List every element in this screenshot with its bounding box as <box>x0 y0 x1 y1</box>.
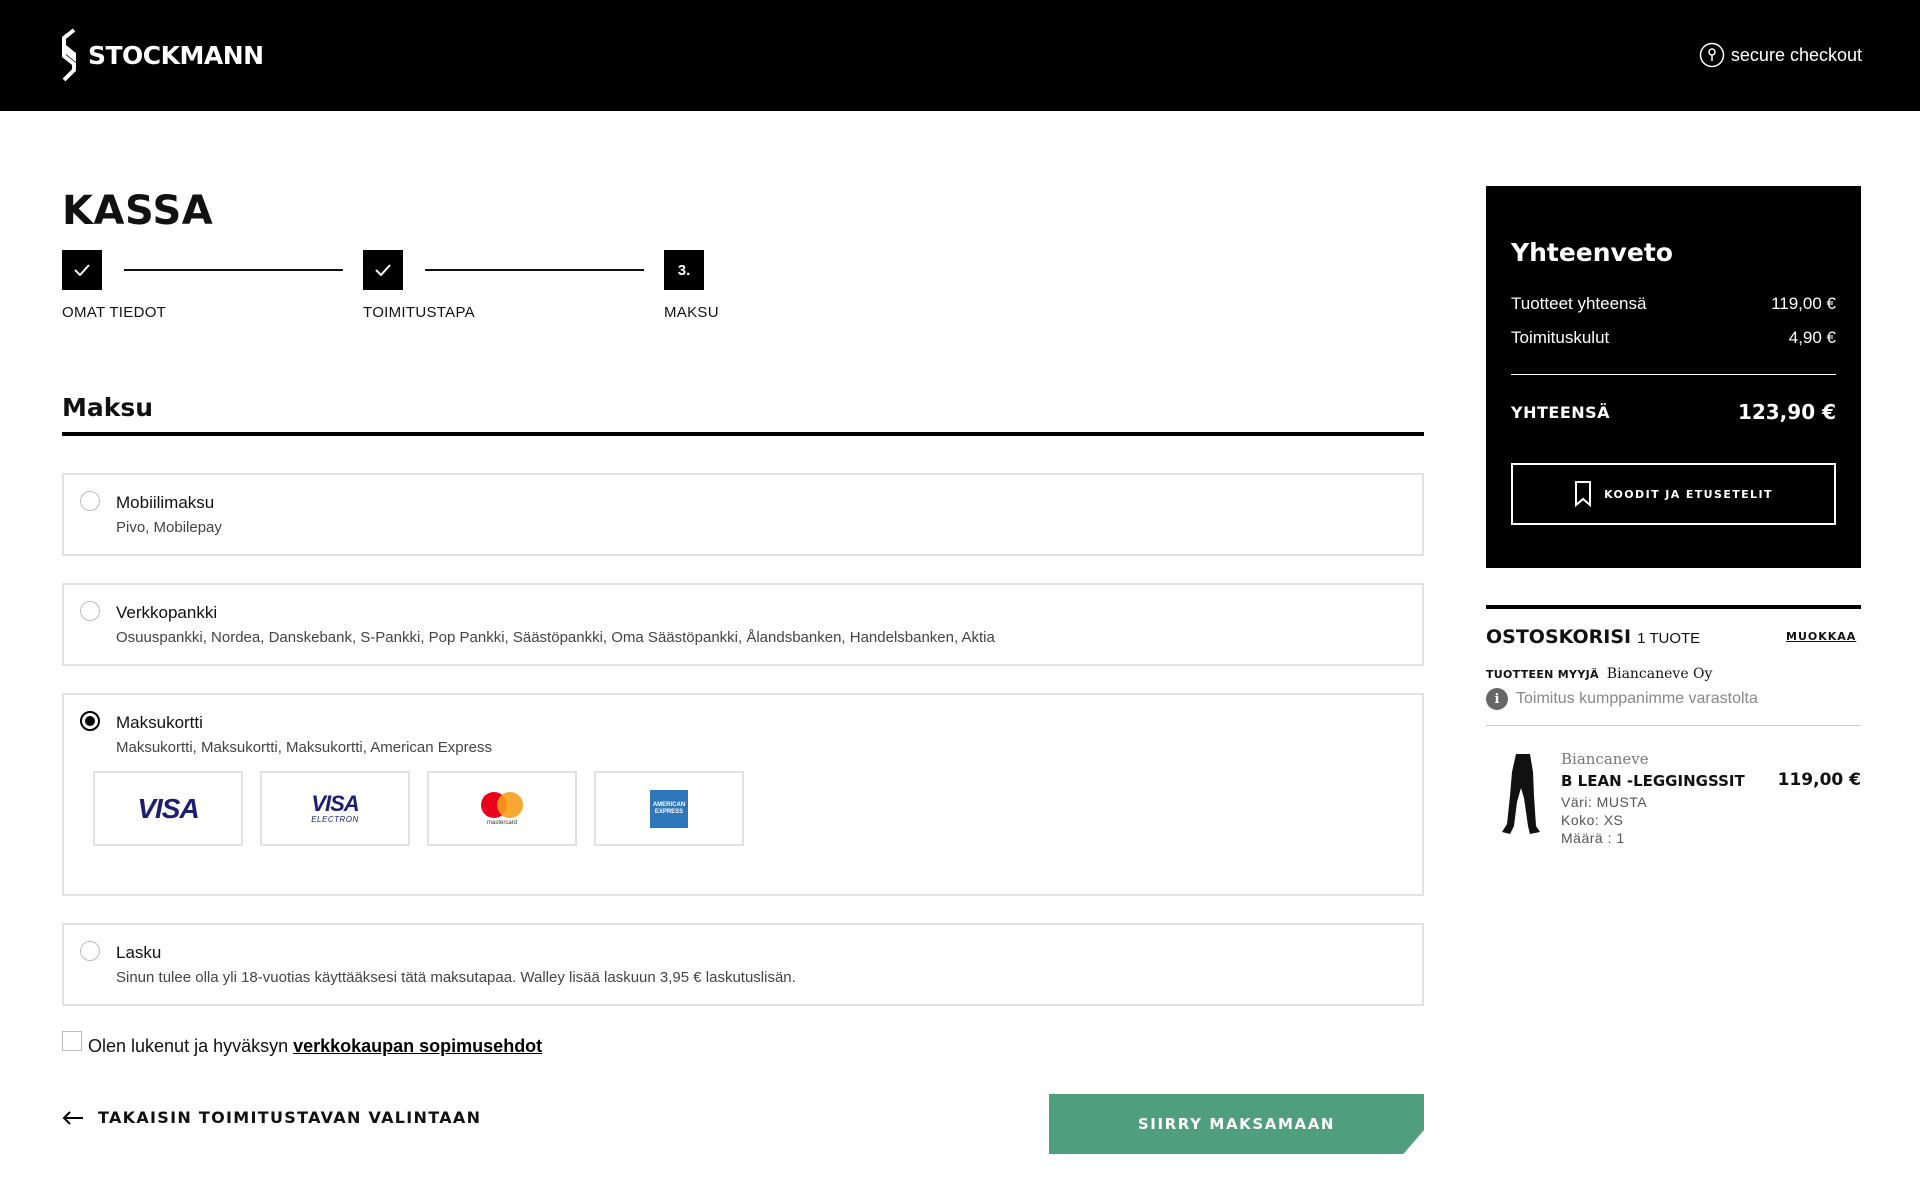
product-color: Väri: MUSTA <box>1561 794 1648 810</box>
lock-icon <box>1699 42 1725 68</box>
summary-total: YHTEENSÄ 123,90 € <box>1511 400 1836 424</box>
visa-logo-text: VISA <box>137 792 199 824</box>
secure-checkout: secure checkout <box>1699 42 1862 68</box>
mastercard-wordmark: mastercard <box>486 819 517 826</box>
option-subtitle: Osuuspankki, Nordea, Danskebank, S-Pankk… <box>116 629 995 646</box>
radio-mobiilimaksu[interactable] <box>80 491 100 511</box>
cart-divider <box>1486 605 1861 609</box>
delivery-note: i Toimitus kumppanimme varastolta <box>1486 688 1758 710</box>
arrow-left-icon <box>62 1110 83 1125</box>
secure-checkout-label: secure checkout <box>1730 44 1862 65</box>
visa-electron-logo: VISA ELECTRON <box>260 771 410 846</box>
terms-acceptance: Olen lukenut ja hyväksyn verkkokaupan sop… <box>62 1031 542 1057</box>
product-brand: Biancaneve <box>1561 750 1649 768</box>
summary-title: Yhteenveto <box>1511 238 1673 267</box>
step-label-omat-tiedot[interactable]: OMAT TIEDOT <box>62 304 166 321</box>
product-price: 119,00 € <box>1777 770 1861 790</box>
check-icon <box>74 264 90 276</box>
stockmann-logo[interactable]: STOCKMANN <box>60 28 264 82</box>
cart-separator <box>1486 725 1861 726</box>
step-label-maksu: MAKSU <box>664 304 719 321</box>
option-title: Verkkopankki <box>116 603 218 622</box>
product-size: Koko: XS <box>1561 812 1624 828</box>
total-value: 123,90 € <box>1737 400 1836 424</box>
step-1-check <box>62 250 102 290</box>
bookmark-icon <box>1575 481 1592 507</box>
radio-lasku[interactable] <box>80 941 100 961</box>
check-icon <box>375 264 391 276</box>
summary-row-label: Toimituskulut <box>1511 328 1610 347</box>
cart-title: OSTOSKORISI <box>1486 626 1632 648</box>
step-label-toimitustapa[interactable]: TOIMITUSTAPA <box>363 304 475 321</box>
visa-logo: VISA <box>93 771 243 846</box>
option-title: Mobiilimaksu <box>116 493 215 512</box>
total-label: YHTEENSÄ <box>1511 402 1611 422</box>
back-link-label: TAKAISIN TOIMITUSTAVAN VALINTAAN <box>98 1108 482 1127</box>
stockmann-mark-icon <box>62 28 76 82</box>
step-2-check <box>363 250 403 290</box>
codes-and-vouchers-button[interactable]: KOODIT JA ETUSETELIT <box>1511 463 1836 525</box>
summary-divider <box>1511 374 1836 375</box>
option-subtitle: Maksukortti, Maksukortti, Maksukortti, A… <box>116 739 492 756</box>
step-3-number: 3. <box>664 250 704 290</box>
payment-option-lasku[interactable]: Lasku Sinun tulee olla yli 18-vuotias kä… <box>62 923 1424 1006</box>
visa-electron-sub-text: ELECTRON <box>311 815 359 824</box>
seller-label: TUOTTEEN MYYJÄ <box>1486 668 1599 681</box>
codes-button-label: KOODIT JA ETUSETELIT <box>1604 487 1773 501</box>
info-icon: i <box>1486 688 1508 710</box>
summary-row-value: 119,00 € <box>1771 294 1836 313</box>
summary-row-shipping: Toimituskulut 4,90 € <box>1511 328 1836 348</box>
radio-maksukortti[interactable] <box>80 711 100 731</box>
visa-electron-main-text: VISA <box>311 791 359 816</box>
option-title: Lasku <box>116 943 162 962</box>
payment-option-maksukortti[interactable]: Maksukortti Maksukortti, Maksukortti, Ma… <box>62 693 1424 896</box>
product-quantity: Määrä : 1 <box>1561 830 1625 846</box>
cart-header: OSTOSKORISI 1 TUOTE <box>1486 626 1700 648</box>
delivery-note-text: Toimitus kumppanimme varastolta <box>1516 690 1758 707</box>
summary-row-label: Tuotteet yhteensä <box>1511 294 1647 313</box>
seller-info: TUOTTEEN MYYJÄ Biancaneve Oy <box>1486 666 1712 682</box>
step-connector <box>124 269 343 271</box>
payment-option-mobiilimaksu[interactable]: Mobiilimaksu Pivo, Mobilepay <box>62 473 1424 556</box>
page-title: KASSA <box>62 188 214 234</box>
payment-option-verkkopankki[interactable]: Verkkopankki Osuuspankki, Nordea, Danske… <box>62 583 1424 666</box>
radio-verkkopankki[interactable] <box>80 601 100 621</box>
edit-cart-link[interactable]: MUOKKAA <box>1786 630 1856 643</box>
terms-link[interactable]: verkkokaupan sopimusehdot <box>293 1036 542 1056</box>
amex-logo-mark: AMERICAN EXPRESS <box>650 789 688 828</box>
product-image[interactable] <box>1500 752 1542 836</box>
terms-text: Olen lukenut ja hyväksyn <box>88 1036 289 1056</box>
option-title: Maksukortti <box>116 713 203 732</box>
mastercard-circles-icon <box>481 791 523 818</box>
section-divider <box>62 432 1424 436</box>
option-subtitle: Pivo, Mobilepay <box>116 519 222 536</box>
step-connector <box>425 269 644 271</box>
summary-row-products: Tuotteet yhteensä 119,00 € <box>1511 294 1836 314</box>
brand-name: STOCKMANN <box>88 40 264 70</box>
seller-name: Biancaneve Oy <box>1606 666 1713 682</box>
product-name[interactable]: B LEAN -LEGGINGSSIT <box>1561 772 1745 790</box>
payment-section-title: Maksu <box>62 393 154 422</box>
mastercard-logo: mastercard <box>427 771 577 846</box>
proceed-to-payment-button[interactable]: SIIRRY MAKSAMAAN <box>1049 1094 1424 1154</box>
top-bar: STOCKMANN secure checkout <box>0 0 1920 111</box>
option-subtitle: Sinun tulee olla yli 18-vuotias käyttääk… <box>116 969 796 986</box>
order-summary: Yhteenveto Tuotteet yhteensä 119,00 € To… <box>1486 186 1861 568</box>
cart-count: 1 TUOTE <box>1637 630 1701 647</box>
back-to-delivery-link[interactable]: TAKAISIN TOIMITUSTAVAN VALINTAAN <box>62 1108 481 1127</box>
terms-checkbox[interactable] <box>62 1031 82 1051</box>
amex-logo: AMERICAN EXPRESS <box>594 771 744 846</box>
summary-row-value: 4,90 € <box>1788 328 1836 347</box>
